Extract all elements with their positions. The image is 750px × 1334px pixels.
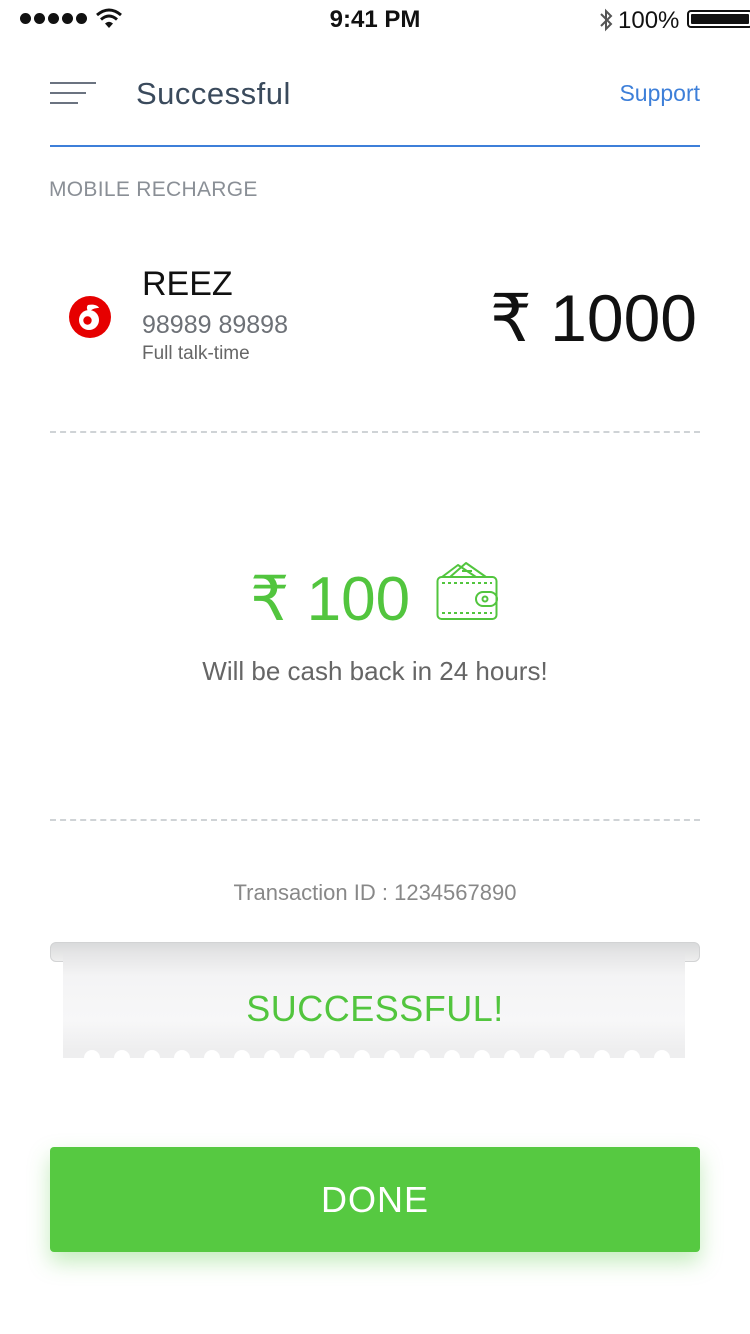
header-divider [50, 145, 700, 147]
operator-logo-icon [69, 296, 111, 338]
section-label: MOBILE RECHARGE [49, 178, 258, 201]
cashback-message: Will be cash back in 24 hours! [202, 656, 548, 686]
wallet-icon [436, 562, 498, 620]
battery-percent: 100% [618, 7, 680, 34]
mobile-number: 98989 89898 [142, 311, 288, 339]
ticket-status: SUCCESSFUL! [246, 988, 504, 1029]
dashed-divider [50, 819, 700, 821]
page-title: Successful [136, 76, 291, 111]
status-bar: 9:41 PM 100% [0, 0, 750, 40]
ticket-perforated-edge [63, 1048, 685, 1058]
dashed-divider [50, 431, 700, 433]
transaction-id: Transaction ID : 1234567890 [233, 880, 517, 905]
done-button[interactable]: DONE [50, 1147, 700, 1252]
plan-type: Full talk-time [142, 343, 250, 364]
operator-name: REEZ [142, 265, 233, 303]
bluetooth-icon [600, 8, 613, 32]
support-link[interactable]: Support [619, 80, 700, 107]
cashback-amount: ₹ 100 [250, 565, 411, 634]
menu-icon[interactable] [50, 82, 96, 108]
battery-icon [687, 10, 750, 28]
recharge-amount: ₹ 1000 [489, 281, 697, 355]
